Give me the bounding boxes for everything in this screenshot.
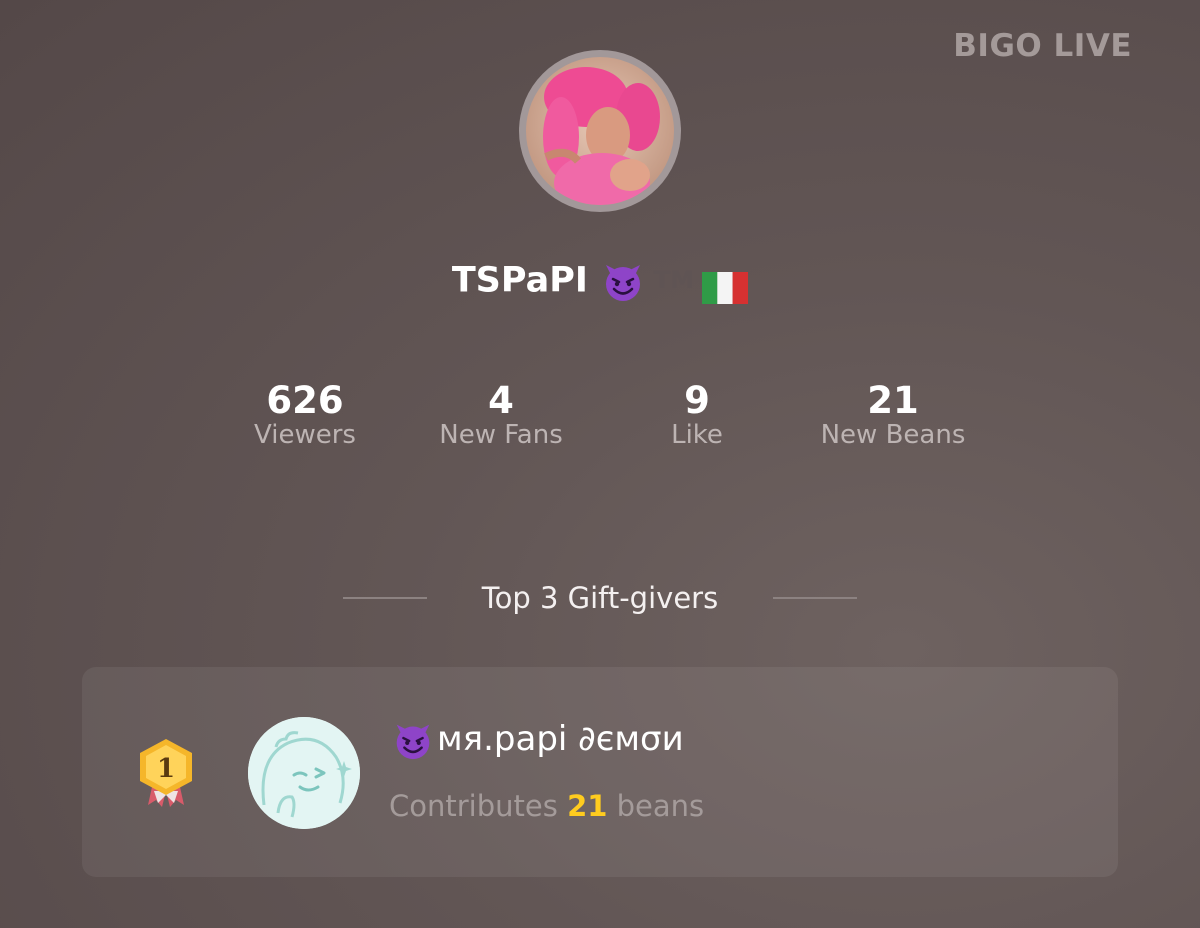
stat-value: 21 xyxy=(867,379,919,422)
gift-giver-card[interactable]: 1 мя.papi ∂ємσи Contributes 21 beans xyxy=(82,667,1118,877)
rank-medal-icon: 1 xyxy=(134,737,198,809)
stat-like: 9 Like xyxy=(587,378,807,450)
italy-flag-icon xyxy=(702,264,749,305)
stats-row: 626 Viewers 4 New Fans 9 Like 21 New Bea… xyxy=(0,378,1200,458)
stat-value: 626 xyxy=(266,379,344,422)
host-avatar-image xyxy=(526,57,674,205)
smiling-devil-icon xyxy=(389,715,437,763)
giver-avatar[interactable] xyxy=(248,717,360,829)
stat-viewers: 626 Viewers xyxy=(195,378,415,450)
stat-value: 9 xyxy=(684,379,710,422)
section-title: Top 3 Gift-givers xyxy=(481,581,719,615)
giver-avatar-image xyxy=(248,717,360,829)
contrib-amount: 21 xyxy=(567,789,608,823)
contrib-prefix: Contributes xyxy=(389,789,568,823)
rank-number: 1 xyxy=(157,754,175,784)
contribution-text: Contributes 21 beans xyxy=(389,785,704,827)
brand-logo: BIGO LIVE xyxy=(953,28,1132,64)
stat-new-fans: 4 New Fans xyxy=(391,378,611,450)
host-name-row: TSPaPI TM xyxy=(0,250,1200,308)
smiling-devil-icon xyxy=(598,255,648,305)
giver-name-row: мя.papi ∂ємσи xyxy=(389,715,684,765)
trademark-label: TM xyxy=(653,266,695,295)
host-avatar[interactable] xyxy=(519,50,681,212)
contrib-suffix: beans xyxy=(607,789,705,823)
stat-label: Viewers xyxy=(254,420,356,450)
stat-value: 4 xyxy=(488,379,514,422)
giver-name: мя.papi ∂ємσи xyxy=(437,719,684,759)
stat-new-beans: 21 New Beans xyxy=(783,378,1003,450)
stat-label: Like xyxy=(671,420,723,450)
section-divider-right xyxy=(773,597,857,599)
stat-label: New Beans xyxy=(820,420,966,450)
host-name: TSPaPI xyxy=(451,260,588,301)
stat-label: New Fans xyxy=(439,420,563,450)
